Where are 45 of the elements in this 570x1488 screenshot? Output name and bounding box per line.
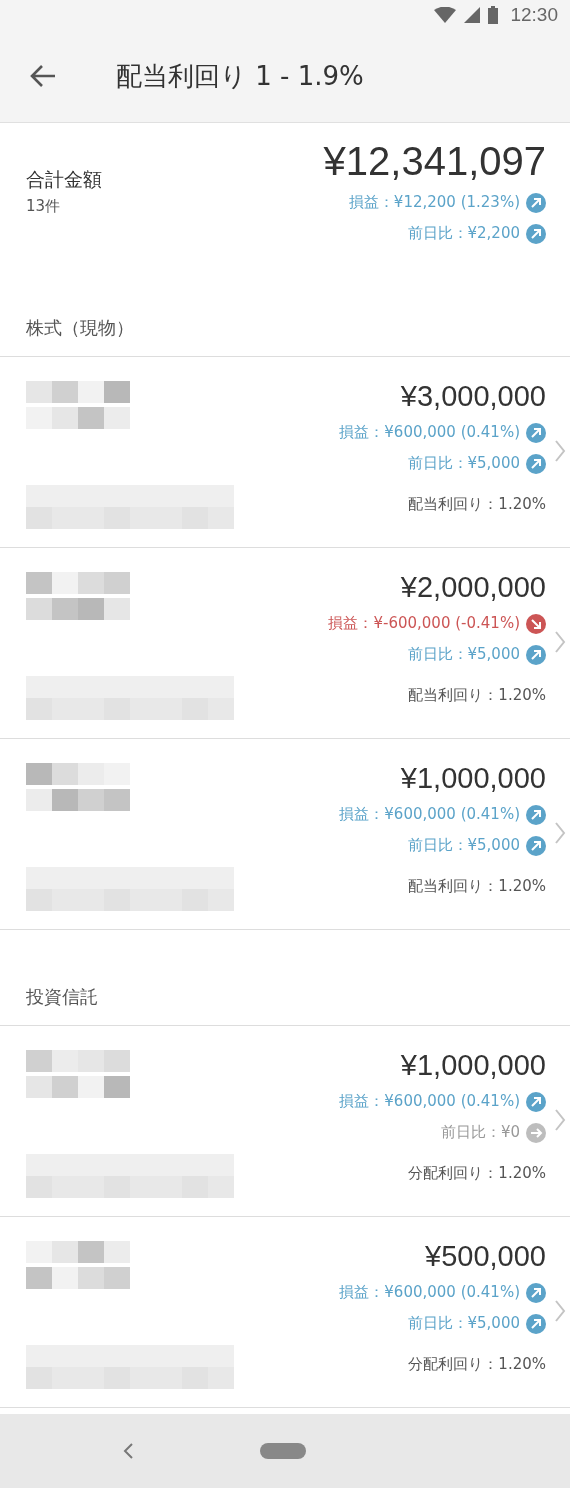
holding-row[interactable]: ¥1,000,000 損益：¥600,000 (0.41%) 前日比：¥5,000 配当利回り：1.20% bbox=[0, 739, 570, 930]
total-amount: ¥12,341,097 bbox=[323, 138, 546, 185]
chevron-icon bbox=[554, 630, 566, 654]
holding-amount: ¥3,000,000 bbox=[400, 379, 546, 413]
back-icon[interactable] bbox=[30, 64, 56, 88]
holding-amount: ¥500,000 bbox=[425, 1239, 546, 1273]
yield-text: 配当利回り：1.20% bbox=[408, 495, 546, 514]
total-label: 合計金額 bbox=[26, 167, 102, 192]
chevron-icon bbox=[554, 1299, 566, 1323]
profit-text: 損益：¥600,000 (0.41%) bbox=[339, 805, 520, 824]
status-time: 12:30 bbox=[510, 4, 558, 26]
day-change-text: 前日比：¥5,000 bbox=[407, 1314, 520, 1333]
section-heading: 投資信託 bbox=[26, 985, 98, 1009]
chevron-icon bbox=[554, 439, 566, 463]
holding-row[interactable]: ¥500,000 損益：¥600,000 (0.41%) 前日比：¥5,000 分配利回り：1.20% bbox=[0, 1217, 570, 1408]
day-change-text: 前日比：¥5,000 bbox=[407, 454, 520, 473]
holding-row[interactable]: ¥2,000,000 損益：¥-600,000 (-0.41%) 前日比：¥5,000 配当利回り：1.20% bbox=[0, 548, 570, 739]
day-change-text: 前日比：¥5,000 bbox=[407, 645, 520, 664]
chevron-icon bbox=[554, 821, 566, 845]
battery-icon bbox=[488, 6, 499, 24]
screen-title: 配当利回り 1 - 1.9% bbox=[116, 59, 364, 93]
item-count: 13件 bbox=[26, 197, 62, 216]
profit-text: 損益：¥12,200 (1.23%) bbox=[348, 193, 520, 212]
section-heading: 株式（現物） bbox=[26, 316, 134, 340]
signal-icon bbox=[464, 7, 481, 23]
profit-text: 損益：¥600,000 (0.41%) bbox=[339, 423, 520, 442]
holding-amount: ¥1,000,000 bbox=[400, 761, 546, 795]
wifi-icon bbox=[434, 7, 457, 23]
holding-row[interactable]: ¥1,000,000 損益：¥600,000 (0.41%) 前日比：¥0 分配利回り：1.20% bbox=[0, 1026, 570, 1217]
yield-text: 配当利回り：1.20% bbox=[408, 877, 546, 896]
day-change-text: 前日比：¥2,200 bbox=[407, 224, 520, 243]
profit-text: 損益：¥-600,000 (-0.41%) bbox=[328, 614, 520, 633]
back-icon[interactable] bbox=[122, 1442, 134, 1460]
yield-text: 分配利回り：1.20% bbox=[408, 1355, 546, 1374]
yield-text: 配当利回り：1.20% bbox=[408, 686, 546, 705]
chevron-icon bbox=[554, 1108, 566, 1132]
profit-text: 損益：¥600,000 (0.41%) bbox=[339, 1283, 520, 1302]
holding-amount: ¥2,000,000 bbox=[400, 570, 546, 604]
day-change-text: 前日比：¥0 bbox=[440, 1123, 520, 1142]
holding-amount: ¥1,000,000 bbox=[400, 1048, 546, 1082]
profit-text: 損益：¥600,000 (0.41%) bbox=[339, 1092, 520, 1111]
home-pill[interactable] bbox=[260, 1443, 306, 1459]
day-change-text: 前日比：¥5,000 bbox=[407, 836, 520, 855]
yield-text: 分配利回り：1.20% bbox=[408, 1164, 546, 1183]
holding-row[interactable]: ¥3,000,000 損益：¥600,000 (0.41%) 前日比：¥5,000 配当利回り：1.20% bbox=[0, 357, 570, 548]
